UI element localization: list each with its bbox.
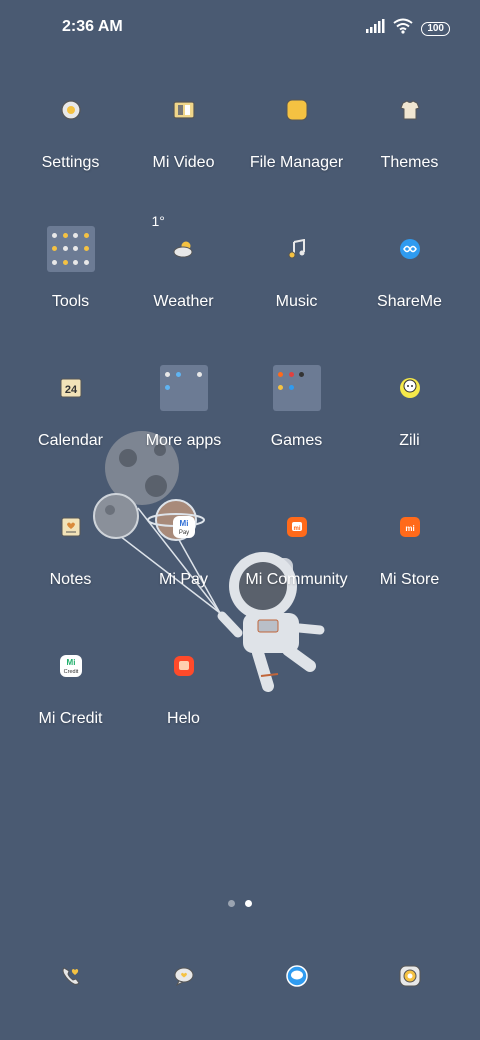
app-themes[interactable]: Themes	[353, 72, 466, 211]
messages-icon	[160, 952, 208, 1000]
page-dot-active[interactable]	[245, 900, 252, 907]
svg-text:mi: mi	[293, 526, 300, 532]
folder-more-apps[interactable]: More apps	[127, 350, 240, 489]
app-mi-video[interactable]: Mi Video	[127, 72, 240, 211]
file-manager-icon	[273, 86, 321, 134]
mi-video-icon	[160, 86, 208, 134]
battery-indicator: 100	[421, 21, 450, 36]
svg-text:24: 24	[64, 384, 77, 396]
mi-credit-icon: Mi Credit	[47, 642, 95, 690]
app-label: Mi Credit	[38, 710, 103, 727]
app-settings[interactable]: Settings	[14, 72, 127, 211]
signal-icon	[365, 19, 385, 38]
phone-icon	[47, 952, 95, 1000]
themes-icon	[386, 86, 434, 134]
app-label: Tools	[51, 293, 90, 310]
app-notes[interactable]: Notes	[14, 489, 127, 628]
dock-messages[interactable]	[127, 952, 240, 1000]
status-time: 2:36 AM	[62, 18, 123, 35]
dock-camera[interactable]	[353, 952, 466, 1000]
camera-icon	[386, 952, 434, 1000]
app-label: More apps	[145, 432, 222, 449]
app-label: Games	[270, 432, 323, 449]
app-label: Helo	[167, 710, 200, 727]
app-label: Settings	[41, 154, 100, 171]
folder-games[interactable]: Games	[240, 350, 353, 489]
calendar-icon: 24	[47, 364, 95, 412]
dock	[14, 952, 466, 1000]
browser-icon	[273, 952, 321, 1000]
app-shareme[interactable]: ShareMe	[353, 211, 466, 350]
games-folder-icon	[272, 364, 321, 412]
page-dot[interactable]	[228, 900, 235, 907]
app-label: Music	[275, 293, 318, 310]
app-label: Mi Community	[245, 571, 348, 588]
app-label: File Manager	[249, 154, 344, 171]
notes-icon	[47, 503, 95, 551]
settings-icon	[47, 86, 95, 134]
svg-text:Mi: Mi	[179, 519, 188, 528]
helo-icon	[160, 642, 208, 690]
app-file-manager[interactable]: File Manager	[240, 72, 353, 211]
weather-temp: 1°	[151, 213, 165, 229]
app-label: Calendar	[38, 432, 103, 449]
app-label: ShareMe	[377, 293, 442, 310]
shareme-icon	[386, 225, 434, 273]
app-label: Mi Store	[379, 571, 440, 588]
app-mi-pay[interactable]: Mi Pay Mi Pay	[127, 489, 240, 628]
app-music[interactable]: Music	[240, 211, 353, 350]
status-icons: 100	[365, 18, 450, 39]
app-mi-store[interactable]: mi Mi Store	[353, 489, 466, 628]
app-calendar[interactable]: 24 Calendar	[14, 350, 127, 489]
mi-store-icon: mi	[386, 503, 434, 551]
app-helo[interactable]: Helo	[127, 628, 240, 767]
svg-text:Mi: Mi	[66, 658, 75, 667]
app-label: Themes	[380, 154, 439, 171]
svg-text:Pay: Pay	[178, 530, 188, 536]
mi-pay-icon: Mi Pay	[160, 503, 208, 551]
zili-icon	[386, 364, 434, 412]
status-bar: 2:36 AM 100	[0, 0, 480, 56]
app-zili[interactable]: Zili	[353, 350, 466, 489]
tools-folder-icon	[46, 225, 95, 273]
app-grid: Settings Mi Video File Manager Themes To…	[14, 72, 466, 767]
app-label: Notes	[49, 571, 92, 588]
app-label: Weather	[153, 293, 214, 310]
app-label: Mi Pay	[159, 571, 208, 588]
mi-community-icon: mi	[273, 503, 321, 551]
svg-text:Credit: Credit	[63, 669, 78, 675]
dock-browser[interactable]	[240, 952, 353, 1000]
app-label: Zili	[399, 432, 420, 449]
page-indicator	[0, 900, 480, 907]
weather-icon: 1°	[152, 213, 208, 273]
app-mi-credit[interactable]: Mi Credit Mi Credit	[14, 628, 127, 767]
folder-tools[interactable]: Tools	[14, 211, 127, 350]
app-mi-community[interactable]: mi Mi Community	[240, 489, 353, 628]
svg-text:mi: mi	[405, 524, 414, 533]
app-weather[interactable]: 1° Weather	[127, 211, 240, 350]
dock-phone[interactable]	[14, 952, 127, 1000]
music-icon	[273, 225, 321, 273]
wifi-icon	[393, 18, 413, 39]
more-apps-folder-icon	[159, 364, 208, 412]
app-label: Mi Video	[152, 154, 215, 171]
